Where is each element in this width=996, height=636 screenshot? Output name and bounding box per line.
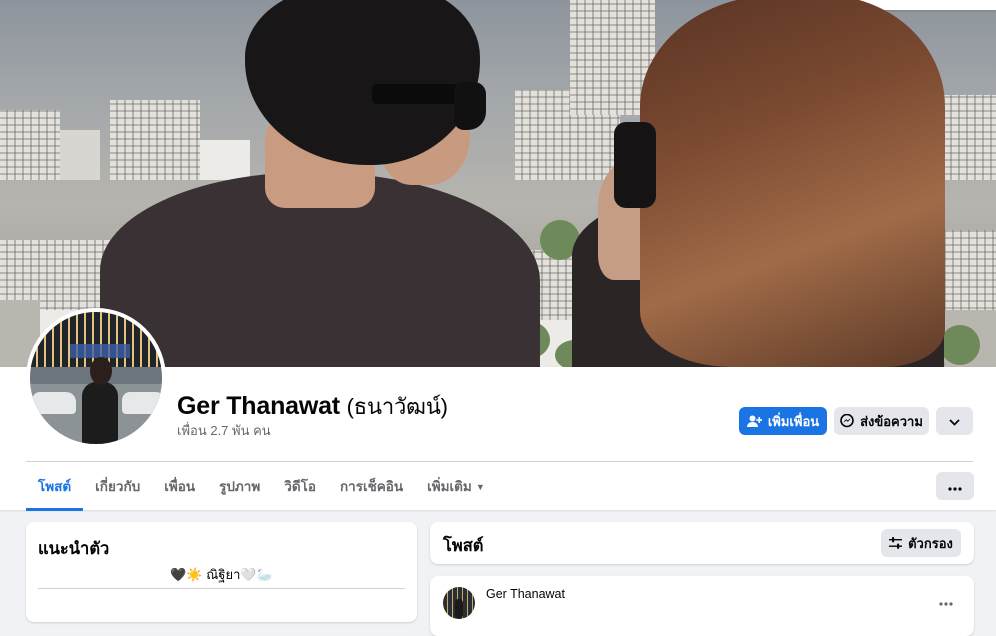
post-author-avatar[interactable] (443, 587, 475, 619)
posts-header-card: โพสต์ ตัวกรอง (430, 522, 974, 564)
friend-count[interactable]: เพื่อน 2.7 พัน คน (177, 420, 271, 441)
filter-label: ตัวกรอง (908, 535, 953, 551)
tabs-more-button[interactable] (936, 472, 974, 500)
woman-hair (640, 0, 945, 367)
intro-card: แนะนำตัว 🖤☀️ ณิฐิยา🤍🦢 (26, 522, 417, 622)
message-label: ส่งข้อความ (860, 413, 923, 429)
ellipsis-icon (948, 479, 962, 494)
add-friend-button[interactable]: เพิ่มเพื่อน (739, 407, 827, 435)
intro-bio: 🖤☀️ ณิฐิยา🤍🦢 (170, 567, 273, 582)
tab-more[interactable]: เพิ่มเติม ▼ (415, 465, 497, 508)
message-button[interactable]: ส่งข้อความ (834, 407, 929, 435)
add-friend-icon (746, 415, 762, 428)
tab-videos[interactable]: วิดีโอ (272, 465, 328, 508)
messenger-icon (840, 414, 854, 428)
profile-alt-name: (ธนาวัฒน์) (346, 394, 448, 419)
chevron-down-icon (949, 414, 960, 429)
add-friend-label: เพิ่มเพื่อน (767, 413, 820, 429)
tab-photos[interactable]: รูปภาพ (207, 465, 272, 508)
post-card: Ger Thanawat (430, 576, 974, 636)
filter-sliders-icon (889, 537, 903, 549)
tab-friends[interactable]: เพื่อน (152, 465, 207, 508)
phone (614, 122, 656, 208)
header-divider (26, 461, 973, 462)
intro-divider (38, 588, 405, 589)
tab-about[interactable]: เกี่ยวกับ (83, 465, 152, 508)
filter-button[interactable]: ตัวกรอง (881, 529, 961, 557)
profile-name-text: Ger Thanawat (177, 392, 340, 420)
profile-tabs: โพสต์ เกี่ยวกับ เพื่อน รูปภาพ วิดีโอ การ… (26, 465, 497, 511)
post-author-name[interactable]: Ger Thanawat (486, 587, 565, 601)
tab-checkins[interactable]: การเช็คอิน (328, 465, 415, 508)
profile-avatar[interactable] (26, 308, 166, 448)
posts-title: โพสต์ (443, 537, 484, 555)
more-actions-button[interactable] (936, 407, 973, 435)
tab-posts[interactable]: โพสต์ (26, 465, 84, 511)
profile-name: Ger Thanawat (ธนาวัฒน์) (177, 389, 448, 424)
intro-title: แนะนำตัว (38, 540, 110, 558)
caret-down-icon: ▼ (475, 482, 485, 492)
post-options-icon[interactable] (939, 593, 953, 611)
